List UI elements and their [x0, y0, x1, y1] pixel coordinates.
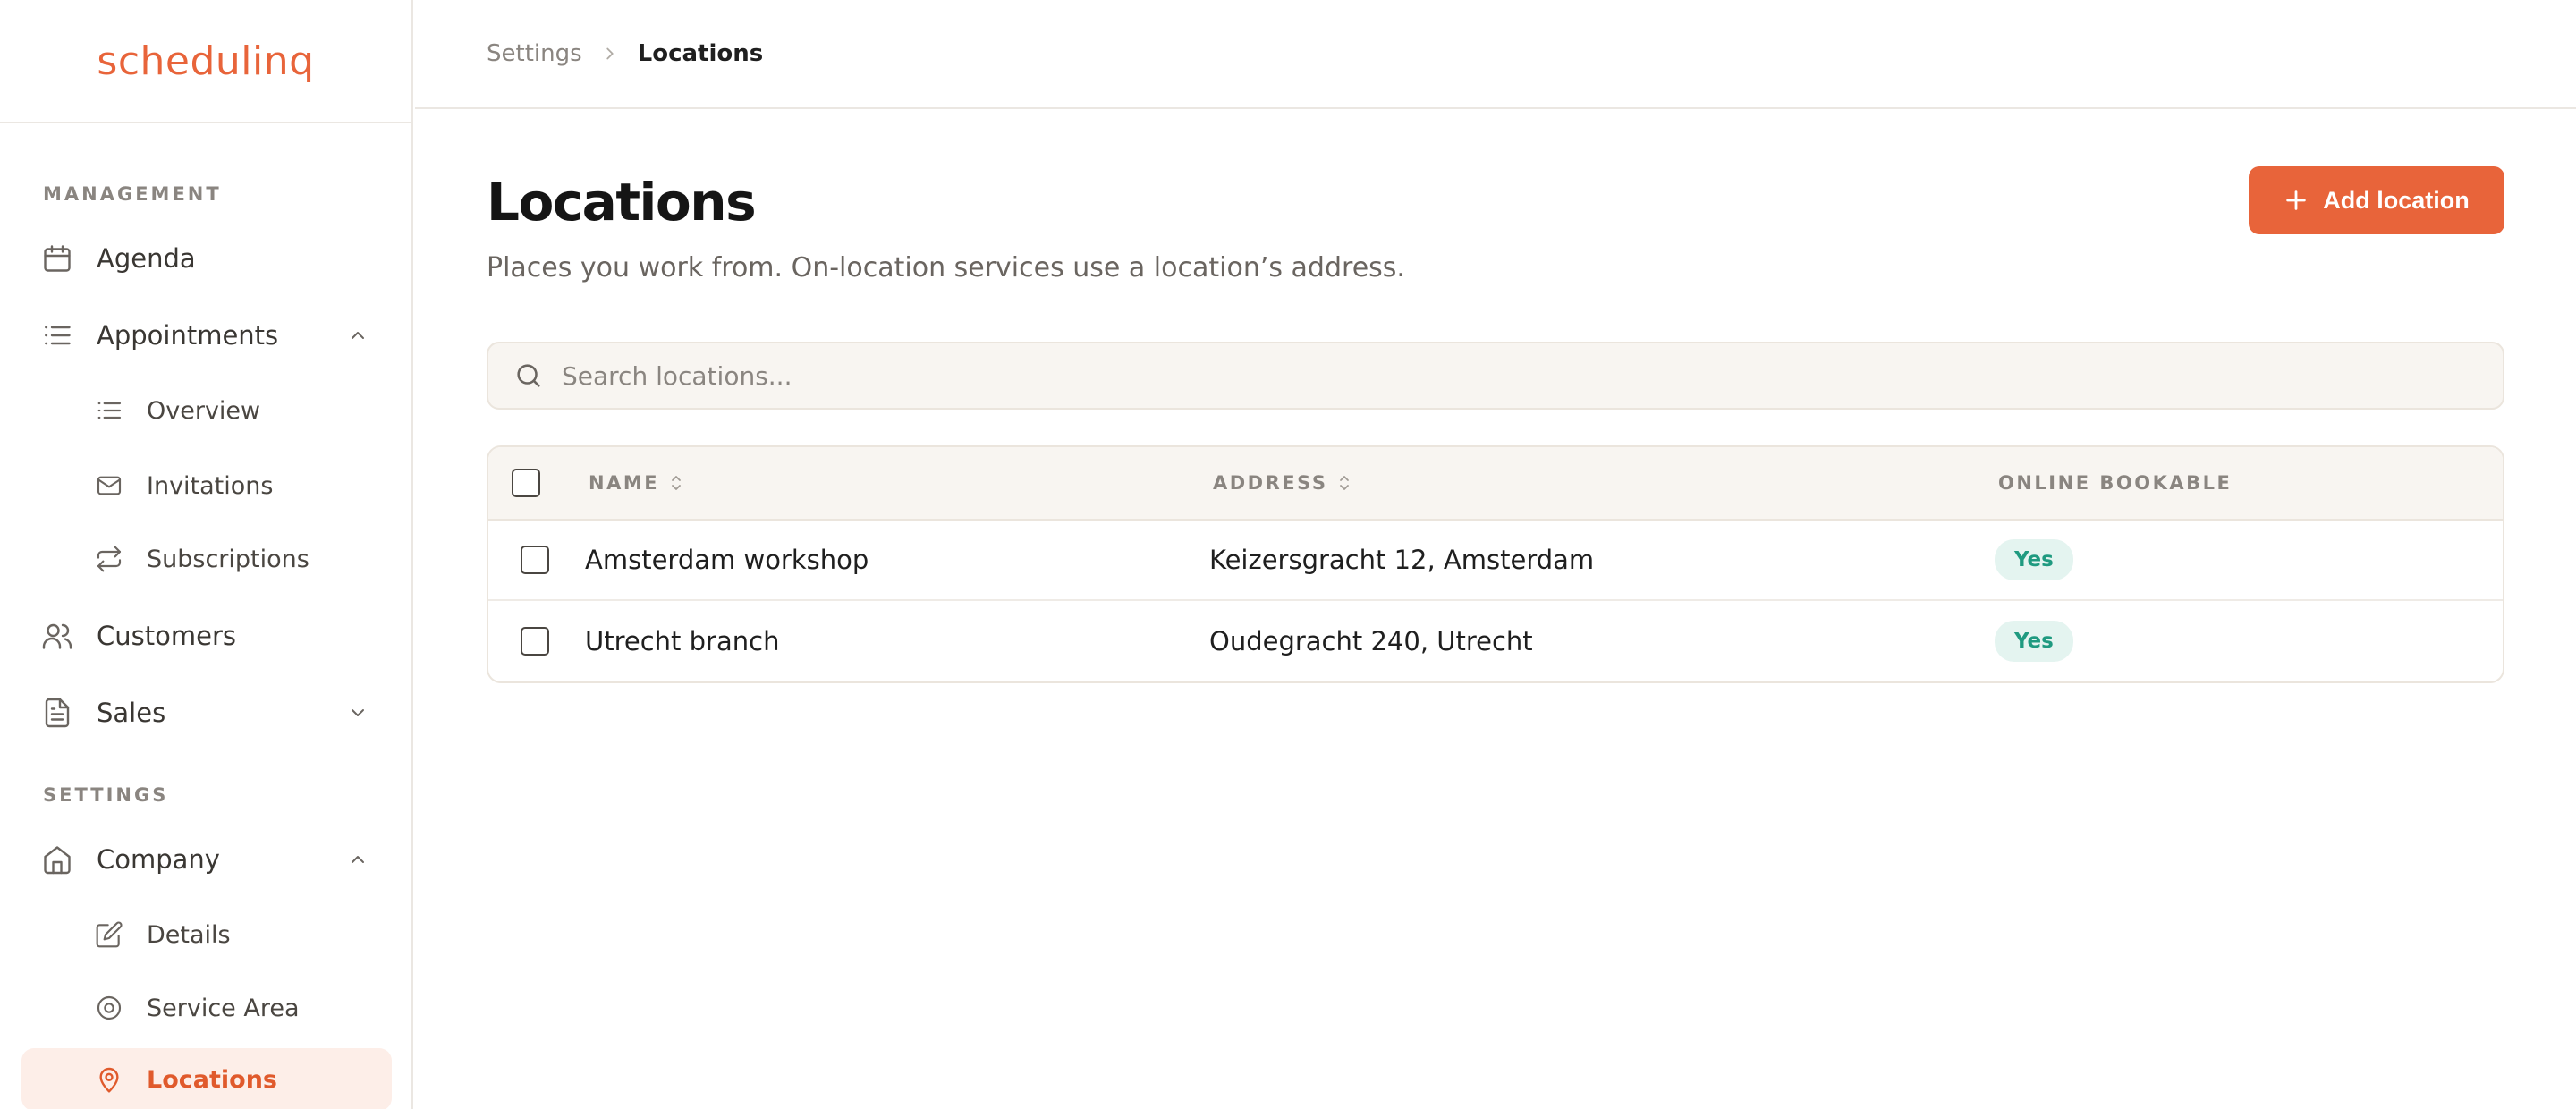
users-icon [42, 623, 72, 649]
sidebar-item-company[interactable]: Company [21, 828, 392, 891]
breadcrumb-settings[interactable]: Settings [487, 40, 582, 67]
section-title-settings: SETTINGS [43, 784, 169, 806]
sidebar-item-customers[interactable]: Customers [21, 605, 392, 667]
location-address: Keizersgracht 12, Amsterdam [1209, 545, 1595, 575]
page-subtitle: Places you work from. On-location servic… [487, 252, 1405, 284]
breadcrumb-current: Locations [637, 40, 764, 67]
document-icon [45, 698, 70, 728]
sidebar-item-label: Locations [147, 1065, 277, 1094]
mail-icon [97, 476, 122, 495]
column-header-label: ONLINE BOOKABLE [1998, 472, 2233, 494]
sidebar-item-label: Invitations [147, 471, 274, 500]
search-bar[interactable] [487, 342, 2504, 410]
sidebar-item-invitations[interactable]: Invitations [21, 454, 392, 517]
page-title: Locations [487, 172, 757, 233]
sidebar-item-label: Appointments [97, 320, 279, 351]
sidebar-item-label: Customers [97, 621, 236, 651]
chevron-down-icon[interactable] [347, 702, 369, 724]
sidebar-item-service-area[interactable]: Service Area [21, 977, 392, 1039]
sidebar-item-locations[interactable]: Locations [21, 1048, 392, 1109]
location-name: Utrecht branch [585, 626, 780, 656]
column-header-label: NAME [589, 472, 660, 494]
location-address: Oudegracht 240, Utrecht [1209, 626, 1533, 656]
select-all-checkbox[interactable] [512, 469, 540, 497]
column-header-name[interactable]: NAME [589, 472, 684, 494]
sidebar-item-agenda[interactable]: Agenda [21, 227, 392, 290]
sidebar-item-label: Service Area [147, 994, 300, 1022]
column-header-online-bookable: ONLINE BOOKABLE [1998, 472, 2232, 494]
status-badge: Yes [1995, 539, 2073, 580]
column-header-address[interactable]: ADDRESS [1213, 472, 1352, 494]
list-icon [97, 402, 122, 419]
sidebar-item-subscriptions[interactable]: Subscriptions [21, 528, 392, 590]
section-title-management: MANAGEMENT [43, 183, 222, 205]
sidebar-item-label: Agenda [97, 243, 196, 274]
sidebar-item-details[interactable]: Details [21, 903, 392, 966]
table-row[interactable]: Utrecht branch Oudegracht 240, Utrecht Y… [488, 601, 2503, 681]
sidebar-item-label: Overview [147, 396, 261, 425]
sort-icon [672, 476, 681, 490]
repeat-icon [97, 546, 122, 572]
table-header: NAME ADDRESS ONLINE BOOKABLE [488, 447, 2503, 521]
sidebar: schedulinq MANAGEMENT Agenda Appointment… [0, 0, 413, 1109]
sidebar-item-overview[interactable]: Overview [21, 379, 392, 442]
logo-area: schedulinq [0, 0, 411, 123]
sidebar-item-label: Sales [97, 698, 166, 728]
target-icon [97, 995, 122, 1020]
location-name: Amsterdam workshop [585, 545, 869, 575]
chevron-up-icon[interactable] [347, 849, 369, 870]
sort-icon [1340, 476, 1350, 490]
row-checkbox[interactable] [521, 546, 549, 574]
column-header-label: ADDRESS [1213, 472, 1328, 494]
app-logo[interactable]: schedulinq [97, 38, 314, 84]
map-pin-icon [99, 1067, 119, 1093]
chevron-right-icon [606, 47, 614, 60]
search-input[interactable] [562, 360, 2351, 391]
sidebar-item-appointments[interactable]: Appointments [21, 304, 392, 367]
breadcrumb: Settings Locations [415, 0, 2576, 109]
table-row[interactable]: Amsterdam workshop Keizersgracht 12, Ams… [488, 521, 2503, 601]
plus-icon [2286, 190, 2306, 210]
sidebar-item-sales[interactable]: Sales [21, 681, 392, 744]
row-checkbox[interactable] [521, 627, 549, 656]
chevron-up-icon[interactable] [347, 325, 369, 346]
home-icon [44, 846, 71, 875]
status-badge: Yes [1995, 621, 2073, 662]
calendar-icon [44, 245, 71, 272]
sidebar-item-label: Company [97, 844, 220, 875]
sidebar-item-label: Subscriptions [147, 545, 309, 573]
add-location-label: Add location [2323, 186, 2470, 214]
sidebar-item-label: Details [147, 920, 231, 949]
list-icon [45, 326, 71, 345]
edit-icon [96, 921, 123, 948]
search-icon [517, 364, 540, 387]
locations-table: NAME ADDRESS ONLINE BOOKABLE Amsterdam w… [487, 445, 2504, 683]
add-location-button[interactable]: Add location [2249, 166, 2504, 234]
